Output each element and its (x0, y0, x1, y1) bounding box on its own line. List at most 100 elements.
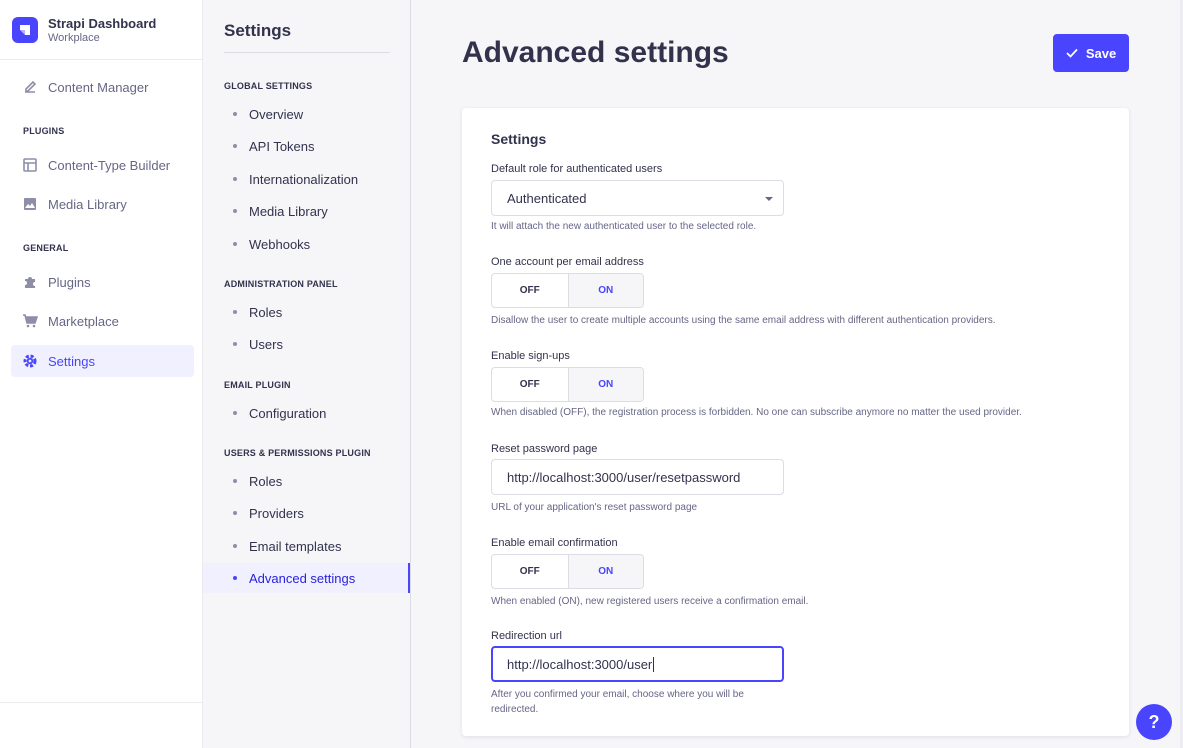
subnav-item-internationalization[interactable]: Internationalization (203, 164, 410, 194)
subnav-section-title: ADMINISTRATION PANEL (224, 279, 338, 289)
brand-workspace: Workplace (48, 31, 100, 44)
bullet (233, 112, 237, 116)
image-icon (22, 196, 38, 212)
bullet (233, 511, 237, 515)
nav-label: Media Library (48, 196, 127, 212)
subnav-item-api-tokens[interactable]: API Tokens (203, 131, 410, 161)
toggle-off-option[interactable]: OFF (492, 555, 568, 588)
reset-password-hint: URL of your application's reset password… (491, 502, 698, 513)
subnav-item-advanced-settings[interactable]: Advanced settings (203, 563, 410, 593)
brand-name: Strapi Dashboard (48, 15, 157, 31)
nav-section-plugins: PLUGINS (23, 126, 65, 136)
toggle-off-option[interactable]: OFF (492, 274, 568, 307)
subnav-item-label: Providers (249, 505, 304, 521)
nav-content-type-builder[interactable]: Content-Type Builder (11, 149, 194, 181)
subnav-item-label: Webhooks (249, 236, 311, 252)
subnav-item-label: Internationalization (249, 171, 359, 187)
subnav-item-webhooks[interactable]: Webhooks (203, 229, 410, 259)
bullet (233, 177, 237, 181)
nav-footer (0, 702, 203, 748)
default-role-select[interactable]: Authenticated (491, 180, 784, 216)
redirection-hint: After you confirmed your email, choose w… (491, 687, 744, 717)
toggle-on-option[interactable]: ON (567, 555, 643, 588)
signups-hint: When disabled (OFF), the registration pr… (491, 407, 1022, 418)
help-button[interactable]: ? (1136, 704, 1172, 740)
subnav-item-up-roles[interactable]: Roles (203, 466, 410, 496)
check-icon (1066, 48, 1078, 58)
redirection-url-value: http://localhost:3000/user (507, 656, 653, 672)
reset-password-value: http://localhost:3000/user/resetpassword (507, 469, 741, 485)
subnav-item-label: Overview (249, 106, 304, 122)
one-account-label: One account per email address (491, 256, 644, 268)
settings-subnav: Settings GLOBAL SETTINGS Overview API To… (203, 0, 411, 748)
subnav-item-configuration[interactable]: Configuration (203, 398, 410, 428)
subnav-item-label: Roles (249, 304, 283, 320)
one-account-toggle[interactable]: OFF ON (491, 273, 644, 308)
caret-down-icon (765, 197, 773, 201)
nav-media-library[interactable]: Media Library (11, 188, 194, 220)
one-account-hint: Disallow the user to create multiple acc… (491, 315, 996, 326)
main-navigation: Strapi Dashboard Workplace Content Manag… (0, 0, 203, 748)
save-button[interactable]: Save (1053, 34, 1129, 72)
pencil-icon (22, 79, 38, 95)
subnav-item-roles[interactable]: Roles (203, 297, 410, 327)
redirection-hint-line: After you confirmed your email, choose w… (491, 689, 744, 700)
layout-icon (22, 157, 38, 173)
bullet (233, 544, 237, 548)
nav-section-general: GENERAL (23, 243, 69, 253)
subnav-item-label: Roles (249, 473, 283, 489)
reset-password-input[interactable]: http://localhost:3000/user/resetpassword (491, 459, 784, 495)
toggle-on-option[interactable]: ON (567, 368, 643, 401)
subnav-section-title: GLOBAL SETTINGS (224, 81, 313, 91)
nav-label: Marketplace (48, 313, 119, 329)
divider (224, 52, 390, 53)
email-confirmation-label: Enable email confirmation (491, 537, 618, 549)
subnav-item-label: Advanced settings (249, 570, 356, 586)
bullet (233, 310, 237, 314)
save-button-label: Save (1085, 45, 1117, 61)
subnav-item-providers[interactable]: Providers (203, 498, 410, 528)
subnav-section-title: USERS & PERMISSIONS PLUGIN (224, 448, 371, 458)
toggle-off-option[interactable]: OFF (492, 368, 568, 401)
nav-label: Plugins (48, 274, 91, 290)
default-role-hint: It will attach the new authenticated use… (491, 221, 757, 232)
page-title: Advanced settings (462, 36, 729, 69)
gear-icon (22, 353, 38, 369)
bullet (233, 411, 237, 415)
nav-label: Content-Type Builder (48, 157, 171, 173)
reset-password-label: Reset password page (491, 443, 598, 455)
nav-settings[interactable]: Settings (11, 345, 194, 377)
bullet (233, 144, 237, 148)
nav-label: Content Manager (48, 79, 149, 95)
email-confirmation-toggle[interactable]: OFF ON (491, 554, 644, 589)
subnav-title: Settings (224, 21, 292, 40)
signups-label: Enable sign-ups (491, 350, 570, 362)
subnav-item-users[interactable]: Users (203, 329, 410, 359)
nav-marketplace[interactable]: Marketplace (11, 305, 194, 337)
card-title: Settings (491, 131, 547, 147)
redirection-hint-line: redirected. (491, 704, 539, 715)
bullet (233, 209, 237, 213)
subnav-item-media-library[interactable]: Media Library (203, 196, 410, 226)
brand-header[interactable]: Strapi Dashboard Workplace (0, 0, 202, 60)
subnav-item-label: Media Library (249, 203, 328, 219)
default-role-value: Authenticated (507, 190, 587, 206)
bullet (233, 576, 237, 580)
subnav-item-overview[interactable]: Overview (203, 99, 410, 129)
text-cursor (653, 656, 655, 672)
subnav-item-label: Email templates (249, 538, 342, 554)
toggle-on-option[interactable]: ON (567, 274, 643, 307)
subnav-section-title: EMAIL PLUGIN (224, 380, 291, 390)
bullet (233, 342, 237, 346)
strapi-logo-icon (12, 16, 38, 43)
redirection-label: Redirection url (491, 630, 562, 642)
cart-icon (22, 313, 38, 329)
subnav-item-label: API Tokens (249, 138, 315, 154)
nav-content-manager[interactable]: Content Manager (11, 71, 194, 103)
nav-plugins[interactable]: Plugins (11, 266, 194, 298)
bullet (233, 479, 237, 483)
redirection-url-input[interactable]: http://localhost:3000/user (491, 646, 784, 682)
signups-toggle[interactable]: OFF ON (491, 367, 644, 402)
default-role-label: Default role for authenticated users (491, 163, 663, 175)
subnav-item-email-templates[interactable]: Email templates (203, 531, 410, 561)
